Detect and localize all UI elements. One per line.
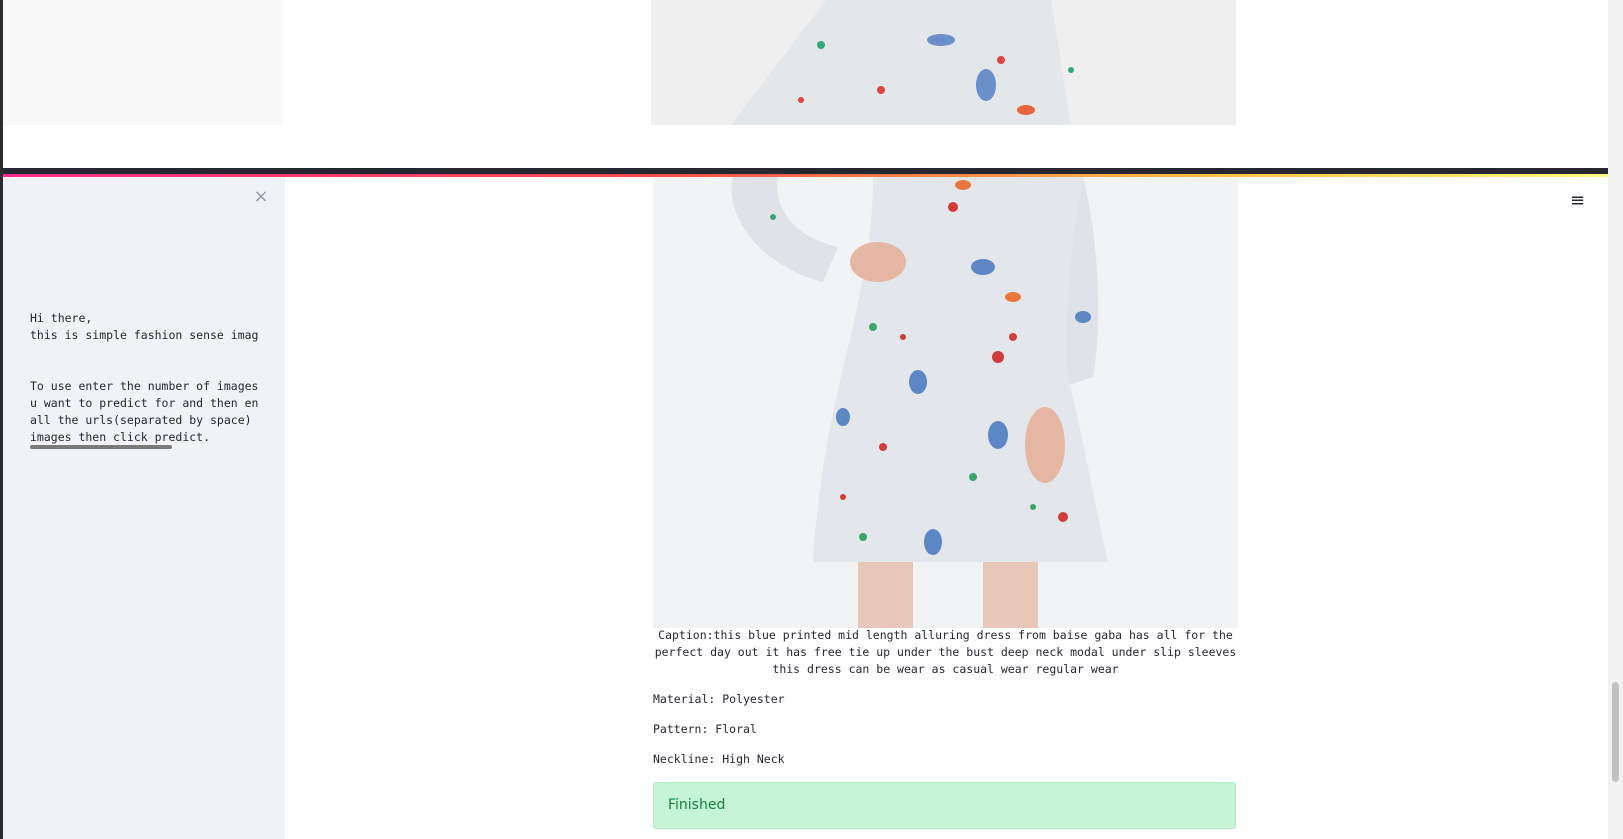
success-alert: Finished bbox=[653, 782, 1236, 829]
sidebar bbox=[3, 177, 285, 839]
previous-dress-image bbox=[651, 0, 1236, 125]
hamburger-menu-icon[interactable]: ≡ bbox=[1570, 190, 1585, 211]
close-icon[interactable]: × bbox=[251, 187, 271, 207]
page-scrollbar-thumb[interactable] bbox=[1612, 682, 1619, 782]
dress-image bbox=[653, 177, 1238, 628]
previous-frame bbox=[3, 0, 1608, 170]
sidebar-horizontal-scrollbar[interactable] bbox=[30, 445, 172, 449]
caption-text: Caption:this blue printed mid length all… bbox=[654, 628, 1237, 676]
material-text: Material: Polyester bbox=[653, 692, 785, 706]
neckline-text: Neckline: High Neck bbox=[653, 752, 785, 766]
sidebar-intro-text: Hi there, this is simple fashion sense i… bbox=[30, 311, 258, 444]
pattern-text: Pattern: Floral bbox=[653, 722, 757, 736]
status-text: Finished bbox=[668, 797, 726, 813]
previous-sidebar bbox=[3, 0, 283, 125]
